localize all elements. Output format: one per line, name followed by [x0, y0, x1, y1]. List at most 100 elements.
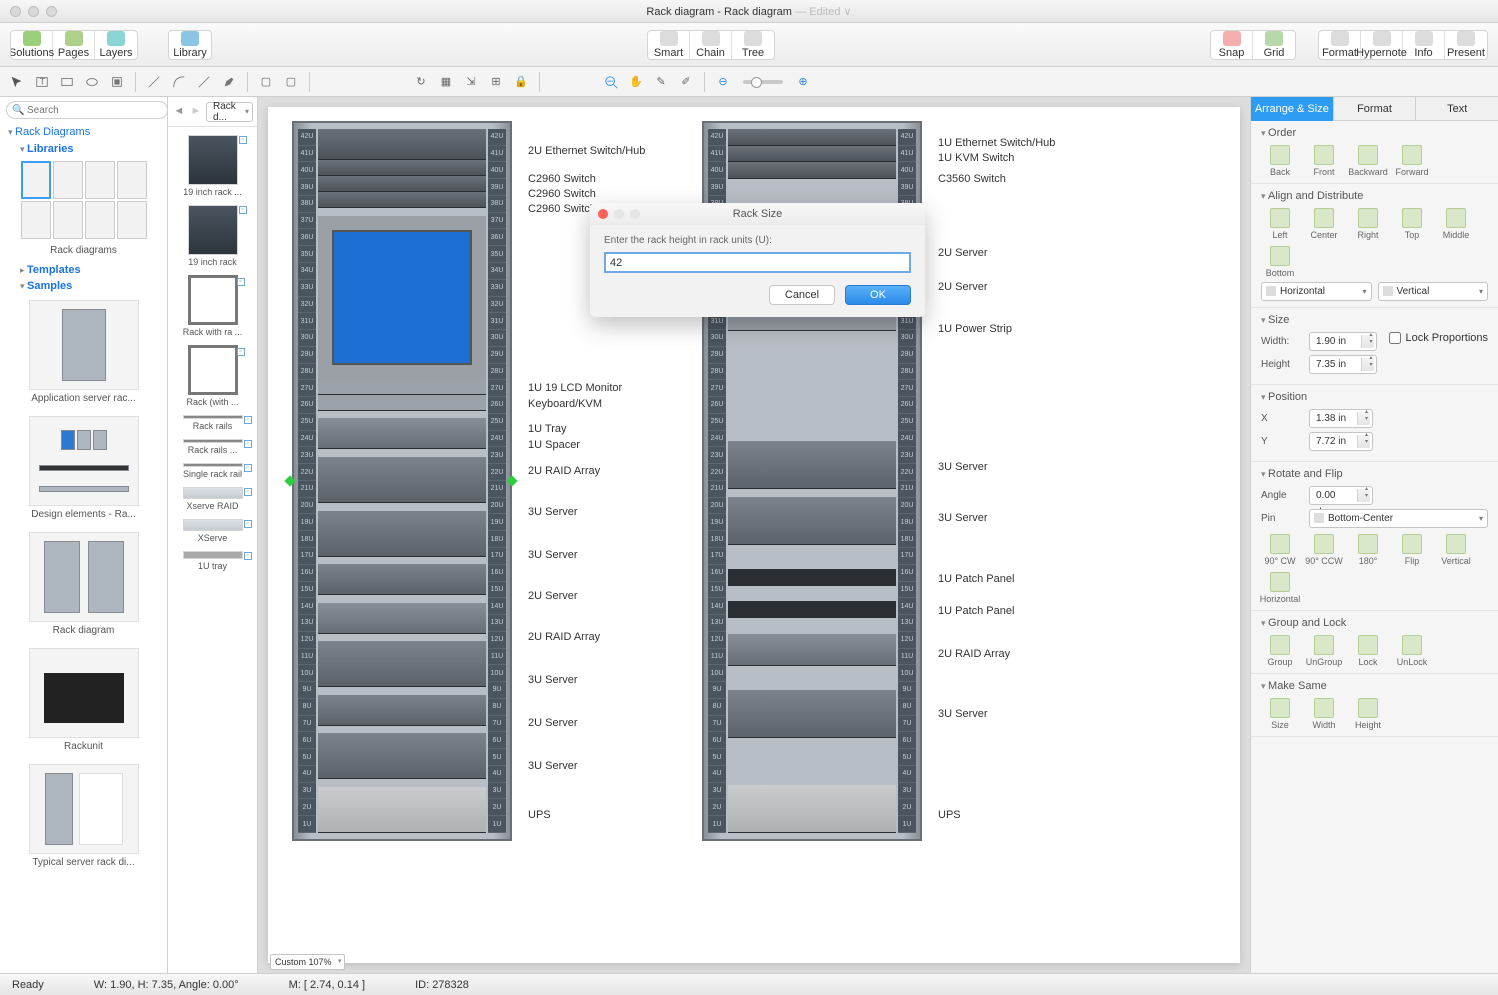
tree-templates[interactable]: Templates	[0, 262, 167, 278]
zoom-select[interactable]: Custom 107%	[270, 954, 345, 970]
cancel-button[interactable]: Cancel	[769, 285, 835, 305]
height-button[interactable]: Height	[1349, 698, 1387, 730]
rack-device[interactable]	[318, 411, 486, 419]
rack-height-input[interactable]	[604, 252, 911, 273]
back-button[interactable]: Back	[1261, 145, 1299, 177]
top-button[interactable]: Top	[1393, 208, 1431, 240]
pages-button[interactable]: Pages	[53, 31, 95, 59]
backward-button[interactable]: Backward	[1349, 145, 1387, 177]
align-v-select[interactable]: Vertical	[1378, 282, 1489, 301]
hypernote-button[interactable]: Hypernote	[1361, 31, 1403, 59]
rack-device[interactable]	[728, 586, 896, 602]
info-button[interactable]: Info	[1403, 31, 1445, 59]
zoom-slider[interactable]	[743, 80, 783, 84]
grid-button[interactable]: Grid	[1253, 31, 1295, 59]
layers-button[interactable]: Layers	[95, 31, 137, 59]
front-button[interactable]: Front	[1305, 145, 1343, 177]
rack-device[interactable]	[318, 557, 486, 565]
format-button[interactable]: Format	[1319, 31, 1361, 59]
center-button[interactable]: Center	[1305, 208, 1343, 240]
group-tool[interactable]: ⊞	[485, 71, 507, 93]
solutions-button[interactable]: Solutions	[11, 31, 53, 59]
rack-device[interactable]	[318, 733, 486, 779]
rack-device[interactable]	[318, 787, 486, 833]
y-field[interactable]: 7.72 in	[1309, 432, 1373, 451]
rack-device[interactable]	[728, 315, 896, 332]
search-input[interactable]	[6, 101, 168, 119]
x-field[interactable]: 1.38 in	[1309, 409, 1373, 428]
zoom-out-icon[interactable]	[600, 71, 622, 93]
shape-lib-select[interactable]: Rack d...	[206, 102, 253, 122]
rack-device[interactable]	[728, 738, 896, 785]
rack-device[interactable]	[728, 569, 896, 586]
rack-device[interactable]	[318, 695, 486, 726]
rack-device[interactable]	[728, 129, 896, 146]
rotate-tool[interactable]: ↻	[410, 71, 432, 93]
tree-libraries[interactable]: Libraries	[0, 141, 167, 157]
ellipse-tool[interactable]	[81, 71, 103, 93]
link-tool[interactable]: ▢	[280, 71, 302, 93]
shape-item[interactable]: ▫	[188, 345, 238, 395]
lib-thumb[interactable]	[85, 201, 115, 239]
distribute-tool[interactable]: ⇲	[460, 71, 482, 93]
sample-item[interactable]: Application server rac...	[0, 294, 167, 410]
lib-thumb[interactable]	[53, 201, 83, 239]
rack-device[interactable]	[728, 331, 896, 441]
tree-samples[interactable]: Samples	[0, 278, 167, 294]
lib-thumb[interactable]	[117, 201, 147, 239]
rack-device[interactable]	[728, 146, 896, 163]
right-button[interactable]: Right	[1349, 208, 1387, 240]
text-tool[interactable]: T	[31, 71, 53, 93]
rack-device[interactable]	[728, 497, 896, 545]
hand-tool[interactable]: ✋	[625, 71, 647, 93]
ok-button[interactable]: OK	[845, 285, 911, 305]
arc-tool[interactable]	[168, 71, 190, 93]
rack-device[interactable]	[318, 160, 486, 176]
forward-button[interactable]: Forward	[1393, 145, 1431, 177]
size-button[interactable]: Size	[1261, 698, 1299, 730]
pin-select[interactable]: Bottom-Center	[1309, 509, 1488, 528]
sample-item[interactable]: Design elements - Ra...	[0, 410, 167, 526]
rack-device[interactable]	[728, 690, 896, 738]
rack-device[interactable]	[318, 457, 486, 503]
shape-item[interactable]: ▫	[183, 487, 243, 499]
chain-button[interactable]: Chain	[690, 31, 732, 59]
shape-item[interactable]: ▫	[183, 415, 243, 419]
tab-arrange[interactable]: Arrange & Size	[1251, 97, 1333, 121]
width-button[interactable]: Width	[1305, 698, 1343, 730]
rack-device[interactable]	[728, 601, 896, 618]
rack-device[interactable]	[318, 176, 486, 192]
90-ccw-button[interactable]: 90° CCW	[1305, 534, 1343, 566]
height-field[interactable]: 7.35 in	[1309, 355, 1377, 374]
rack-device[interactable]	[318, 192, 486, 208]
left-button[interactable]: Left	[1261, 208, 1299, 240]
bottom-button[interactable]: Bottom	[1261, 246, 1299, 278]
lib-thumb[interactable]	[21, 201, 51, 239]
align-h-select[interactable]: Horizontal	[1261, 282, 1372, 301]
rack-device[interactable]	[728, 634, 896, 666]
sample-item[interactable]: Rackunit	[0, 642, 167, 758]
middle-button[interactable]: Middle	[1437, 208, 1475, 240]
shape-back-icon[interactable]: ◄	[172, 105, 186, 119]
rack-device[interactable]	[728, 545, 896, 569]
lock-tool[interactable]: 🔒	[510, 71, 532, 93]
line-tool[interactable]	[143, 71, 165, 93]
shape-fwd-icon[interactable]: ►	[189, 105, 203, 119]
library-button[interactable]: Library	[169, 31, 211, 59]
180--button[interactable]: 180°	[1349, 534, 1387, 566]
sample-item[interactable]: Typical server rack di...	[0, 758, 167, 874]
rack-device[interactable]	[318, 208, 486, 216]
lock-proportions[interactable]: Lock Proportions	[1389, 332, 1488, 344]
shape-item[interactable]: ▫	[183, 551, 243, 559]
rack-device[interactable]	[318, 216, 486, 379]
rack-device[interactable]	[318, 641, 486, 687]
smart-button[interactable]: Smart	[648, 31, 690, 59]
rack-device[interactable]	[318, 379, 486, 395]
shape-item[interactable]: ▫	[183, 519, 243, 531]
rack-device[interactable]	[318, 418, 486, 449]
lib-thumb[interactable]	[85, 161, 115, 199]
misc-tool[interactable]	[106, 71, 128, 93]
rack-device[interactable]	[318, 779, 486, 787]
brush-tool[interactable]: ✐	[675, 71, 697, 93]
ungroup-button[interactable]: UnGroup	[1305, 635, 1343, 667]
